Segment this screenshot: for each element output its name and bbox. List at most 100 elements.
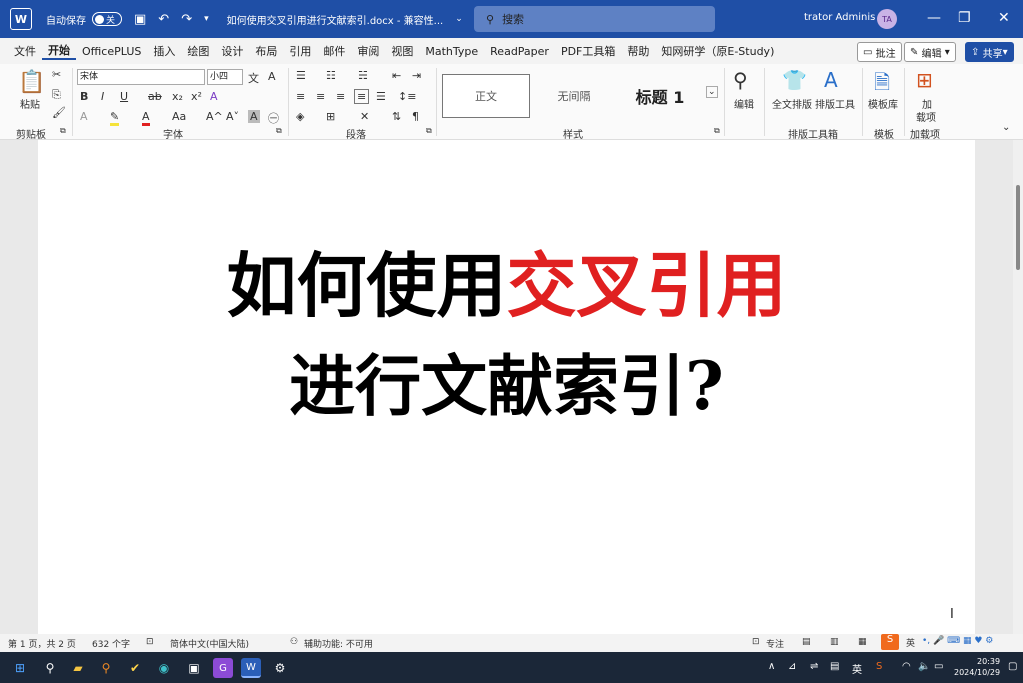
layout-tool-label[interactable]: 排版工具 bbox=[815, 96, 855, 111]
search-icon[interactable]: ⚲ bbox=[40, 658, 60, 678]
layout-tool-icon[interactable]: A bbox=[824, 68, 838, 92]
word-taskbar-icon[interactable]: W bbox=[241, 658, 261, 678]
redo-icon[interactable]: ↷ bbox=[181, 12, 192, 27]
focus-mode[interactable]: 专注 bbox=[766, 637, 784, 650]
menu-readpaper[interactable]: ReadPaper bbox=[484, 45, 555, 58]
comment-button[interactable]: ▭ 批注 bbox=[857, 42, 902, 62]
increase-indent-icon[interactable]: ⇥ bbox=[412, 69, 421, 82]
chinese-layout-icon[interactable]: ✕ bbox=[360, 110, 369, 123]
styles-scroll-icon[interactable]: ⌄ bbox=[706, 86, 718, 98]
ime-toolbar-icons[interactable]: •, 🎤 ⌨ ▦ ♥ ⚙ bbox=[922, 636, 993, 646]
document-title-line-2[interactable]: 进行文献索引? bbox=[38, 342, 975, 430]
paste-label[interactable]: 粘贴 bbox=[20, 96, 40, 111]
style-no-spacing[interactable]: 无间隔 bbox=[530, 74, 618, 118]
strikethrough-button[interactable]: ab bbox=[148, 90, 162, 103]
shading-icon[interactable]: ◈ bbox=[296, 110, 304, 123]
italic-button[interactable]: I bbox=[101, 90, 104, 103]
change-case-button[interactable]: Aa bbox=[172, 110, 186, 123]
word-icon[interactable]: W bbox=[10, 8, 32, 30]
sogou-ime-icon[interactable]: S bbox=[881, 634, 899, 650]
sort-icon[interactable]: ⇅ bbox=[392, 110, 401, 123]
scrollbar-thumb[interactable] bbox=[1016, 185, 1020, 270]
font-name-select[interactable]: 宋体 bbox=[77, 69, 205, 85]
avatar[interactable]: TA bbox=[877, 9, 897, 29]
decrease-indent-icon[interactable]: ⇤ bbox=[392, 69, 401, 82]
proofing-icon[interactable]: ⊡ bbox=[146, 637, 154, 647]
superscript-button[interactable]: x² bbox=[191, 90, 202, 103]
tray-chevron-icon[interactable]: ∧ bbox=[768, 661, 775, 672]
ime-mode[interactable]: 英 bbox=[906, 636, 915, 649]
menu-mailings[interactable]: 邮件 bbox=[317, 43, 351, 59]
start-icon[interactable]: ⊞ bbox=[10, 658, 30, 678]
menu-insert[interactable]: 插入 bbox=[147, 43, 181, 59]
restore-icon[interactable]: ❐ bbox=[958, 10, 971, 26]
autosave-toggle[interactable]: 关 bbox=[92, 12, 122, 26]
undo-icon[interactable]: ↶ bbox=[158, 12, 169, 27]
align-center-icon[interactable]: ≡ bbox=[316, 90, 325, 103]
customize-toolbar-icon[interactable]: ▾ bbox=[204, 14, 209, 24]
phonetic-guide-icon[interactable]: 文 bbox=[248, 70, 259, 86]
clipboard-launcher-icon[interactable]: ⧉ bbox=[60, 126, 66, 136]
menu-officeplus[interactable]: OfficePLUS bbox=[76, 45, 147, 58]
tray-input-lang[interactable]: 英 bbox=[852, 661, 862, 676]
editing-label[interactable]: 编辑 bbox=[734, 96, 754, 111]
battery-icon[interactable]: ▭ bbox=[934, 661, 943, 672]
tray-remote-icon[interactable]: ⇌ bbox=[810, 661, 818, 672]
multilevel-list-icon[interactable]: ☵ bbox=[358, 69, 368, 82]
menu-review[interactable]: 审阅 bbox=[351, 43, 385, 59]
close-icon[interactable]: ✕ bbox=[998, 10, 1010, 26]
menu-home[interactable]: 开始 bbox=[42, 42, 76, 60]
text-effects-icon[interactable]: A bbox=[210, 90, 218, 103]
tray-chat-icon[interactable]: ▤ bbox=[830, 661, 839, 672]
highlight-icon[interactable]: ✎ bbox=[110, 110, 120, 126]
menu-mathtype[interactable]: MathType bbox=[419, 45, 484, 58]
menu-help[interactable]: 帮助 bbox=[621, 43, 655, 59]
share-button[interactable]: ⇪ 共享 ▾ bbox=[965, 42, 1014, 62]
paragraph-launcher-icon[interactable]: ⧉ bbox=[426, 126, 432, 136]
find-icon[interactable]: ⚲ bbox=[733, 68, 748, 92]
wifi-icon[interactable]: ◠ bbox=[902, 661, 911, 672]
format-painter-icon[interactable]: 🖌 bbox=[52, 106, 66, 119]
show-marks-icon[interactable]: ¶ bbox=[412, 110, 419, 123]
line-spacing-icon[interactable]: ↕≡ bbox=[398, 90, 416, 103]
full-layout-label[interactable]: 全文排版 bbox=[772, 96, 812, 111]
page-count[interactable]: 第 1 页，共 2 页 bbox=[8, 637, 76, 650]
menu-file[interactable]: 文件 bbox=[8, 43, 42, 59]
font-launcher-icon[interactable]: ⧉ bbox=[276, 126, 282, 136]
underline-button[interactable]: U bbox=[120, 90, 128, 103]
shrink-font-button[interactable]: A˅ bbox=[226, 110, 239, 123]
borders-icon[interactable]: ⊞ bbox=[326, 110, 335, 123]
addins-icon[interactable]: ⊞ bbox=[916, 68, 933, 92]
font-color-icon[interactable]: A bbox=[142, 110, 150, 126]
edge-icon[interactable]: ◉ bbox=[154, 658, 174, 678]
save-icon[interactable]: ▣ bbox=[134, 12, 146, 27]
collapse-ribbon-icon[interactable]: ⌄ bbox=[1002, 122, 1010, 133]
grow-font-button[interactable]: A^ bbox=[206, 110, 223, 123]
numbering-icon[interactable]: ☷ bbox=[326, 69, 336, 82]
text-effect-icon[interactable]: A bbox=[80, 110, 88, 123]
document-title-line-1[interactable]: 如何使用交叉引用 bbox=[38, 242, 975, 330]
tray-sogou-icon[interactable]: S bbox=[876, 661, 882, 672]
menu-design[interactable]: 设计 bbox=[215, 43, 249, 59]
web-layout-icon[interactable]: ▦ bbox=[858, 637, 867, 647]
menu-draw[interactable]: 绘图 bbox=[181, 43, 215, 59]
distribute-icon[interactable]: ☰ bbox=[376, 90, 386, 103]
menu-cnki[interactable]: 知网研学（原E-Study) bbox=[655, 43, 780, 59]
char-shading-icon[interactable]: A bbox=[248, 110, 260, 123]
everything-search-icon[interactable]: ⚲ bbox=[96, 658, 116, 678]
menu-layout[interactable]: 布局 bbox=[249, 43, 283, 59]
volume-icon[interactable]: 🔈 bbox=[918, 661, 930, 672]
justify-icon[interactable]: ≡ bbox=[354, 89, 370, 104]
style-normal[interactable]: 正文 bbox=[442, 74, 530, 118]
menu-view[interactable]: 视图 bbox=[385, 43, 419, 59]
clear-format-icon[interactable]: A bbox=[268, 70, 276, 83]
clock[interactable]: 20:39 2024/10/29 bbox=[954, 656, 1000, 678]
print-layout-icon[interactable]: ▥ bbox=[830, 637, 839, 647]
minimize-icon[interactable]: — bbox=[927, 10, 941, 26]
bold-button[interactable]: B bbox=[80, 90, 88, 103]
language[interactable]: 简体中文(中国大陆) bbox=[170, 637, 249, 650]
notification-icon[interactable]: ▢ bbox=[1008, 661, 1017, 672]
align-right-icon[interactable]: ≡ bbox=[336, 90, 345, 103]
edit-mode-button[interactable]: ✎ 编辑 ▾ bbox=[904, 42, 956, 62]
settings-icon[interactable]: ⚙ bbox=[270, 658, 290, 678]
